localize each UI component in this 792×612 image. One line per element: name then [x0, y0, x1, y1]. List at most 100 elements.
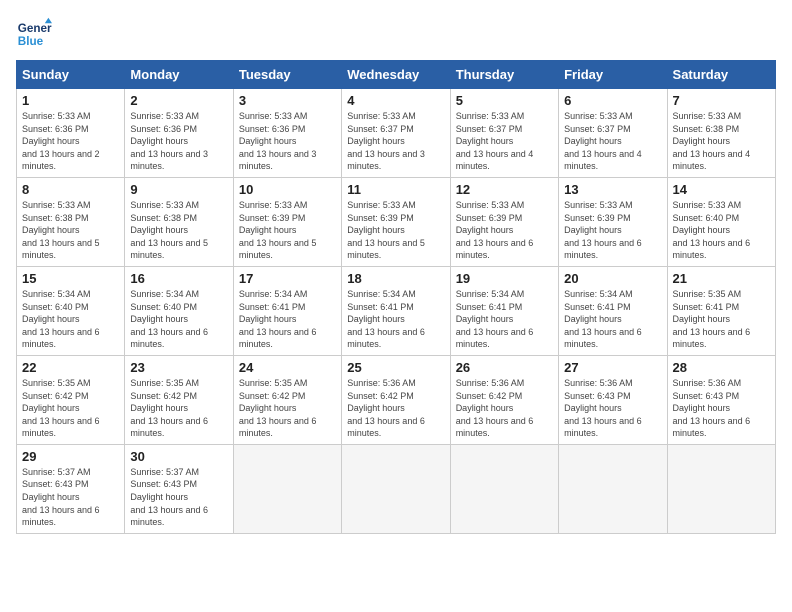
calendar-header-thursday: Thursday	[450, 61, 558, 89]
calendar-cell: 24 Sunrise: 5:35 AMSunset: 6:42 PMDaylig…	[233, 355, 341, 444]
calendar-cell: 20 Sunrise: 5:34 AMSunset: 6:41 PMDaylig…	[559, 266, 667, 355]
calendar-cell: 7 Sunrise: 5:33 AMSunset: 6:38 PMDayligh…	[667, 89, 775, 178]
calendar-cell	[342, 444, 450, 533]
calendar-cell: 26 Sunrise: 5:36 AMSunset: 6:42 PMDaylig…	[450, 355, 558, 444]
day-number: 13	[564, 182, 661, 197]
logo-icon: General Blue	[16, 16, 52, 52]
day-number: 3	[239, 93, 336, 108]
calendar-cell: 11 Sunrise: 5:33 AMSunset: 6:39 PMDaylig…	[342, 177, 450, 266]
calendar-header-friday: Friday	[559, 61, 667, 89]
calendar-cell: 14 Sunrise: 5:33 AMSunset: 6:40 PMDaylig…	[667, 177, 775, 266]
day-number: 16	[130, 271, 227, 286]
day-detail: Sunrise: 5:35 AMSunset: 6:42 PMDaylight …	[239, 377, 336, 440]
calendar-cell: 1 Sunrise: 5:33 AMSunset: 6:36 PMDayligh…	[17, 89, 125, 178]
calendar-week-3: 15 Sunrise: 5:34 AMSunset: 6:40 PMDaylig…	[17, 266, 776, 355]
day-number: 7	[673, 93, 770, 108]
day-number: 6	[564, 93, 661, 108]
day-detail: Sunrise: 5:36 AMSunset: 6:42 PMDaylight …	[456, 377, 553, 440]
day-detail: Sunrise: 5:37 AMSunset: 6:43 PMDaylight …	[22, 466, 119, 529]
day-number: 23	[130, 360, 227, 375]
day-detail: Sunrise: 5:33 AMSunset: 6:36 PMDaylight …	[130, 110, 227, 173]
calendar-header-sunday: Sunday	[17, 61, 125, 89]
calendar-week-1: 1 Sunrise: 5:33 AMSunset: 6:36 PMDayligh…	[17, 89, 776, 178]
day-number: 20	[564, 271, 661, 286]
day-detail: Sunrise: 5:33 AMSunset: 6:37 PMDaylight …	[456, 110, 553, 173]
day-detail: Sunrise: 5:34 AMSunset: 6:41 PMDaylight …	[456, 288, 553, 351]
day-detail: Sunrise: 5:33 AMSunset: 6:36 PMDaylight …	[22, 110, 119, 173]
day-number: 12	[456, 182, 553, 197]
day-number: 1	[22, 93, 119, 108]
calendar-header-wednesday: Wednesday	[342, 61, 450, 89]
day-detail: Sunrise: 5:37 AMSunset: 6:43 PMDaylight …	[130, 466, 227, 529]
day-number: 25	[347, 360, 444, 375]
day-number: 17	[239, 271, 336, 286]
calendar-body: 1 Sunrise: 5:33 AMSunset: 6:36 PMDayligh…	[17, 89, 776, 534]
day-number: 8	[22, 182, 119, 197]
day-detail: Sunrise: 5:33 AMSunset: 6:39 PMDaylight …	[456, 199, 553, 262]
calendar-cell: 25 Sunrise: 5:36 AMSunset: 6:42 PMDaylig…	[342, 355, 450, 444]
day-detail: Sunrise: 5:35 AMSunset: 6:42 PMDaylight …	[130, 377, 227, 440]
day-detail: Sunrise: 5:33 AMSunset: 6:36 PMDaylight …	[239, 110, 336, 173]
day-detail: Sunrise: 5:35 AMSunset: 6:41 PMDaylight …	[673, 288, 770, 351]
day-detail: Sunrise: 5:34 AMSunset: 6:40 PMDaylight …	[130, 288, 227, 351]
calendar-cell	[450, 444, 558, 533]
day-detail: Sunrise: 5:33 AMSunset: 6:37 PMDaylight …	[564, 110, 661, 173]
calendar-cell: 19 Sunrise: 5:34 AMSunset: 6:41 PMDaylig…	[450, 266, 558, 355]
calendar-cell: 23 Sunrise: 5:35 AMSunset: 6:42 PMDaylig…	[125, 355, 233, 444]
day-number: 11	[347, 182, 444, 197]
day-number: 29	[22, 449, 119, 464]
day-number: 15	[22, 271, 119, 286]
day-number: 18	[347, 271, 444, 286]
day-detail: Sunrise: 5:33 AMSunset: 6:39 PMDaylight …	[564, 199, 661, 262]
calendar-week-5: 29 Sunrise: 5:37 AMSunset: 6:43 PMDaylig…	[17, 444, 776, 533]
day-number: 30	[130, 449, 227, 464]
day-number: 9	[130, 182, 227, 197]
svg-text:Blue: Blue	[18, 35, 44, 48]
day-number: 21	[673, 271, 770, 286]
calendar-cell: 13 Sunrise: 5:33 AMSunset: 6:39 PMDaylig…	[559, 177, 667, 266]
day-number: 28	[673, 360, 770, 375]
day-detail: Sunrise: 5:33 AMSunset: 6:40 PMDaylight …	[673, 199, 770, 262]
calendar-table: SundayMondayTuesdayWednesdayThursdayFrid…	[16, 60, 776, 534]
calendar-week-2: 8 Sunrise: 5:33 AMSunset: 6:38 PMDayligh…	[17, 177, 776, 266]
day-detail: Sunrise: 5:35 AMSunset: 6:42 PMDaylight …	[22, 377, 119, 440]
logo: General Blue	[16, 16, 52, 52]
day-detail: Sunrise: 5:36 AMSunset: 6:42 PMDaylight …	[347, 377, 444, 440]
calendar-header-saturday: Saturday	[667, 61, 775, 89]
calendar-week-4: 22 Sunrise: 5:35 AMSunset: 6:42 PMDaylig…	[17, 355, 776, 444]
day-detail: Sunrise: 5:36 AMSunset: 6:43 PMDaylight …	[673, 377, 770, 440]
calendar-cell: 9 Sunrise: 5:33 AMSunset: 6:38 PMDayligh…	[125, 177, 233, 266]
svg-text:General: General	[18, 22, 52, 35]
day-detail: Sunrise: 5:34 AMSunset: 6:41 PMDaylight …	[239, 288, 336, 351]
day-detail: Sunrise: 5:33 AMSunset: 6:38 PMDaylight …	[22, 199, 119, 262]
day-detail: Sunrise: 5:33 AMSunset: 6:38 PMDaylight …	[130, 199, 227, 262]
day-number: 4	[347, 93, 444, 108]
day-detail: Sunrise: 5:34 AMSunset: 6:41 PMDaylight …	[347, 288, 444, 351]
calendar-cell: 27 Sunrise: 5:36 AMSunset: 6:43 PMDaylig…	[559, 355, 667, 444]
calendar-cell: 3 Sunrise: 5:33 AMSunset: 6:36 PMDayligh…	[233, 89, 341, 178]
day-detail: Sunrise: 5:33 AMSunset: 6:37 PMDaylight …	[347, 110, 444, 173]
day-number: 24	[239, 360, 336, 375]
day-detail: Sunrise: 5:33 AMSunset: 6:39 PMDaylight …	[347, 199, 444, 262]
calendar-cell: 4 Sunrise: 5:33 AMSunset: 6:37 PMDayligh…	[342, 89, 450, 178]
calendar-cell: 16 Sunrise: 5:34 AMSunset: 6:40 PMDaylig…	[125, 266, 233, 355]
calendar-cell: 5 Sunrise: 5:33 AMSunset: 6:37 PMDayligh…	[450, 89, 558, 178]
day-number: 27	[564, 360, 661, 375]
calendar-cell: 8 Sunrise: 5:33 AMSunset: 6:38 PMDayligh…	[17, 177, 125, 266]
calendar-cell: 17 Sunrise: 5:34 AMSunset: 6:41 PMDaylig…	[233, 266, 341, 355]
calendar-cell	[233, 444, 341, 533]
day-detail: Sunrise: 5:34 AMSunset: 6:41 PMDaylight …	[564, 288, 661, 351]
calendar-cell: 6 Sunrise: 5:33 AMSunset: 6:37 PMDayligh…	[559, 89, 667, 178]
calendar-cell: 29 Sunrise: 5:37 AMSunset: 6:43 PMDaylig…	[17, 444, 125, 533]
day-detail: Sunrise: 5:33 AMSunset: 6:38 PMDaylight …	[673, 110, 770, 173]
day-number: 10	[239, 182, 336, 197]
calendar-cell: 12 Sunrise: 5:33 AMSunset: 6:39 PMDaylig…	[450, 177, 558, 266]
day-number: 5	[456, 93, 553, 108]
calendar-cell	[667, 444, 775, 533]
calendar-cell	[559, 444, 667, 533]
calendar-cell: 10 Sunrise: 5:33 AMSunset: 6:39 PMDaylig…	[233, 177, 341, 266]
day-number: 14	[673, 182, 770, 197]
day-number: 22	[22, 360, 119, 375]
day-number: 19	[456, 271, 553, 286]
calendar-cell: 15 Sunrise: 5:34 AMSunset: 6:40 PMDaylig…	[17, 266, 125, 355]
